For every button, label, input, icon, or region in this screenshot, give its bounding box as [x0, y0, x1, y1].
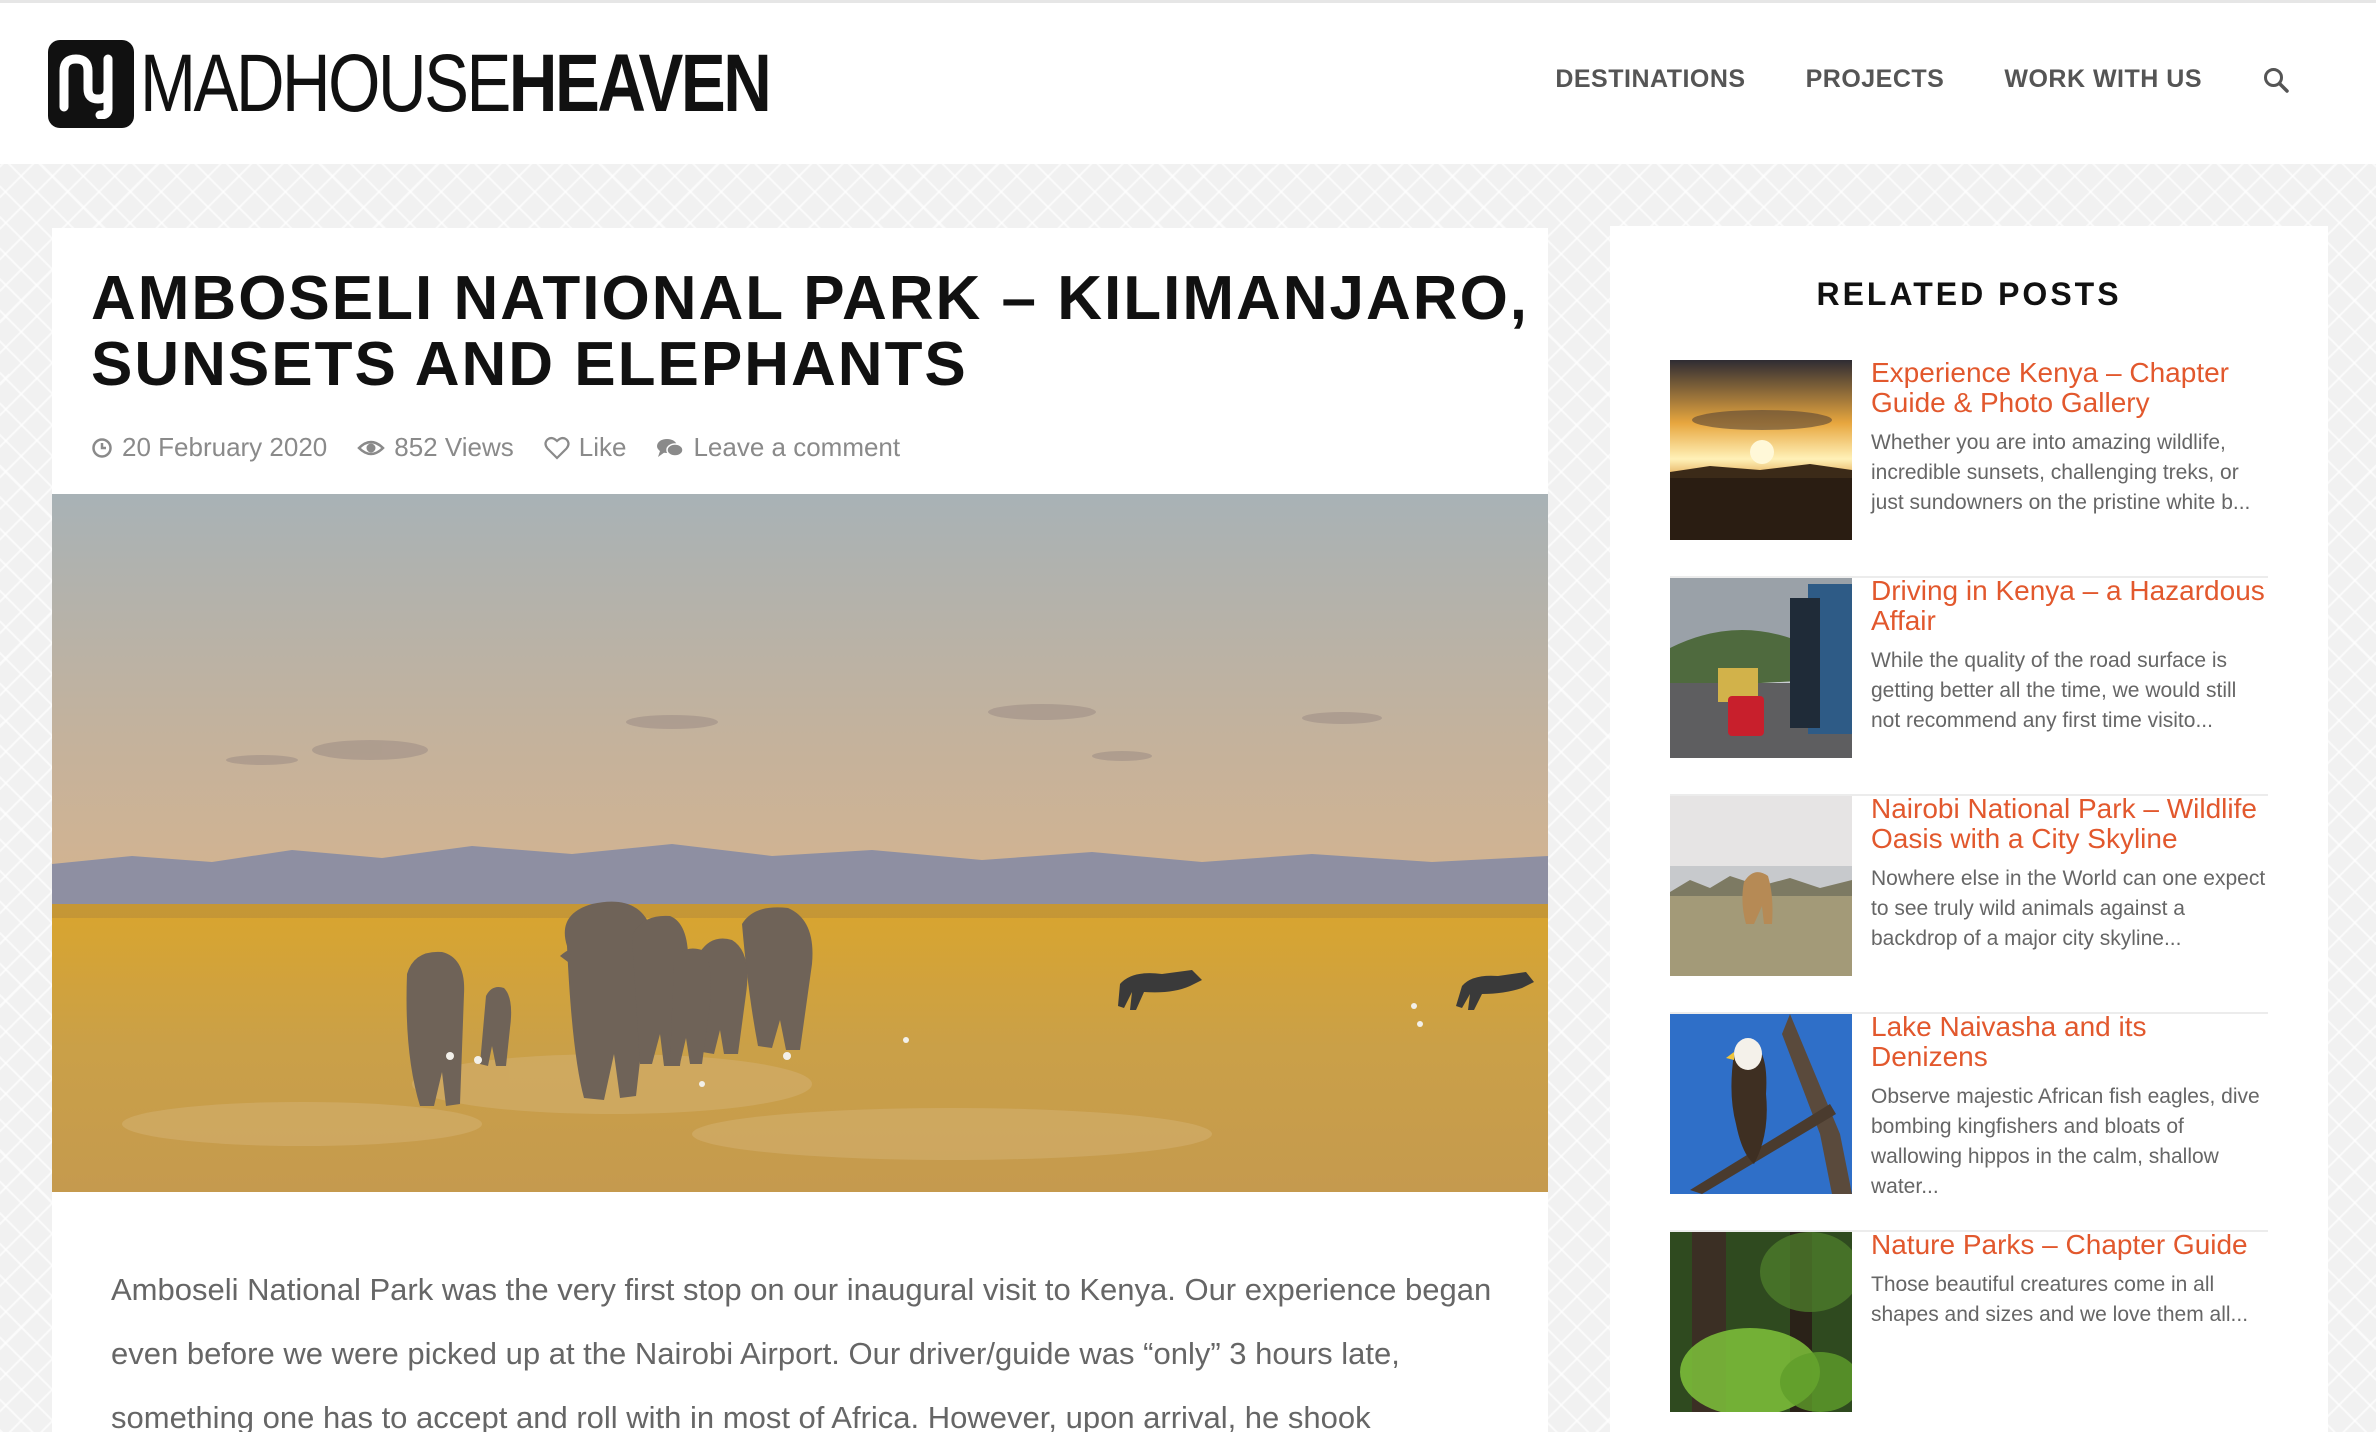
related-post-title[interactable]: Nairobi National Park – Wildlife Oasis w… — [1871, 794, 2268, 854]
article-title: AMBOSELI NATIONAL PARK – KILIMANJARO, SU… — [91, 264, 1530, 399]
meta-date: 20 February 2020 — [91, 432, 327, 463]
main-nav: DESTINATIONS PROJECTS WORK WITH US — [1495, 65, 2290, 94]
logo-text-bold: HEAVEN — [508, 38, 772, 129]
search-icon[interactable] — [2262, 66, 2290, 94]
related-post-title[interactable]: Driving in Kenya – a Hazardous Affair — [1871, 576, 2268, 636]
related-posts-sidebar: RELATED POSTS Experience Kenya – Chapter… — [1610, 226, 2328, 1432]
meta-views: 852 Views — [357, 432, 514, 463]
thumbnail-forest[interactable] — [1670, 1232, 1852, 1412]
related-post-text: Experience Kenya – Chapter Guide & Photo… — [1871, 358, 2268, 576]
thumbnail-sunset[interactable] — [1670, 360, 1852, 540]
eye-icon — [357, 440, 386, 455]
related-post[interactable]: Nairobi National Park – Wildlife Oasis w… — [1670, 794, 2268, 1014]
thumbnail-road-traffic[interactable] — [1670, 578, 1852, 758]
nav-destinations[interactable]: DESTINATIONS — [1555, 65, 1745, 94]
clock-icon — [92, 437, 112, 458]
related-post-title[interactable]: Lake Naivasha and its Denizens — [1871, 1012, 2268, 1072]
like-button[interactable]: Like — [544, 432, 627, 463]
thumbnail-lion-skyline[interactable] — [1670, 796, 1852, 976]
related-posts-title: RELATED POSTS — [1816, 276, 2122, 312]
comment-label: Leave a comment — [693, 432, 901, 462]
comments-icon — [657, 438, 685, 457]
related-post-text: Nairobi National Park – Wildlife Oasis w… — [1871, 794, 2268, 1012]
related-post-excerpt: While the quality of the road surface is… — [1871, 649, 2237, 732]
logo-mark-icon — [48, 40, 134, 128]
site-header: MADHOUSEHEAVEN DESTINATIONS PROJECTS WOR… — [0, 0, 2376, 164]
related-post-text: Lake Naivasha and its Denizens Observe m… — [1871, 1012, 2268, 1230]
nav-projects[interactable]: PROJECTS — [1806, 65, 1945, 94]
related-post-title[interactable]: Experience Kenya – Chapter Guide & Photo… — [1871, 358, 2268, 418]
article-meta: 20 February 2020 852 Views Like Leave a … — [91, 432, 930, 463]
related-post[interactable]: Nature Parks – Chapter Guide Those beaut… — [1670, 1230, 2268, 1432]
article-body: Amboseli National Park was the very firs… — [111, 1272, 1492, 1432]
related-posts-list: Experience Kenya – Chapter Guide & Photo… — [1670, 358, 2268, 1432]
related-post-text: Nature Parks – Chapter Guide Those beaut… — [1871, 1230, 2268, 1432]
related-post[interactable]: Lake Naivasha and its Denizens Observe m… — [1670, 1012, 2268, 1232]
related-post-title[interactable]: Nature Parks – Chapter Guide — [1871, 1230, 2268, 1260]
related-post-excerpt: Those beautiful creatures come in all sh… — [1871, 1273, 2249, 1326]
meta-views-text: 852 Views — [394, 432, 514, 462]
like-label: Like — [578, 432, 627, 462]
related-post-text: Driving in Kenya – a Hazardous Affair Wh… — [1871, 576, 2268, 794]
meta-date-text: 20 February 2020 — [122, 432, 328, 462]
logo-text: MADHOUSEHEAVEN — [140, 43, 772, 125]
related-post-excerpt: Nowhere else in the World can one expect… — [1871, 867, 2266, 950]
logo-text-thin: MADHOUSE — [140, 38, 511, 129]
related-post-excerpt: Observe majestic African fish eagles, di… — [1871, 1085, 2260, 1198]
related-post[interactable]: Experience Kenya – Chapter Guide & Photo… — [1670, 358, 2268, 578]
comment-link[interactable]: Leave a comment — [656, 432, 900, 463]
related-post[interactable]: Driving in Kenya – a Hazardous Affair Wh… — [1670, 576, 2268, 796]
article-card: AMBOSELI NATIONAL PARK – KILIMANJARO, SU… — [52, 228, 1548, 1432]
hero-image-elephants — [52, 494, 1548, 1192]
site-logo[interactable]: MADHOUSEHEAVEN — [48, 39, 907, 129]
thumbnail-fish-eagle[interactable] — [1670, 1014, 1852, 1194]
related-post-excerpt: Whether you are into amazing wildlife, i… — [1871, 431, 2251, 514]
nav-work-with-us[interactable]: WORK WITH US — [2004, 65, 2202, 94]
heart-icon — [544, 436, 570, 460]
